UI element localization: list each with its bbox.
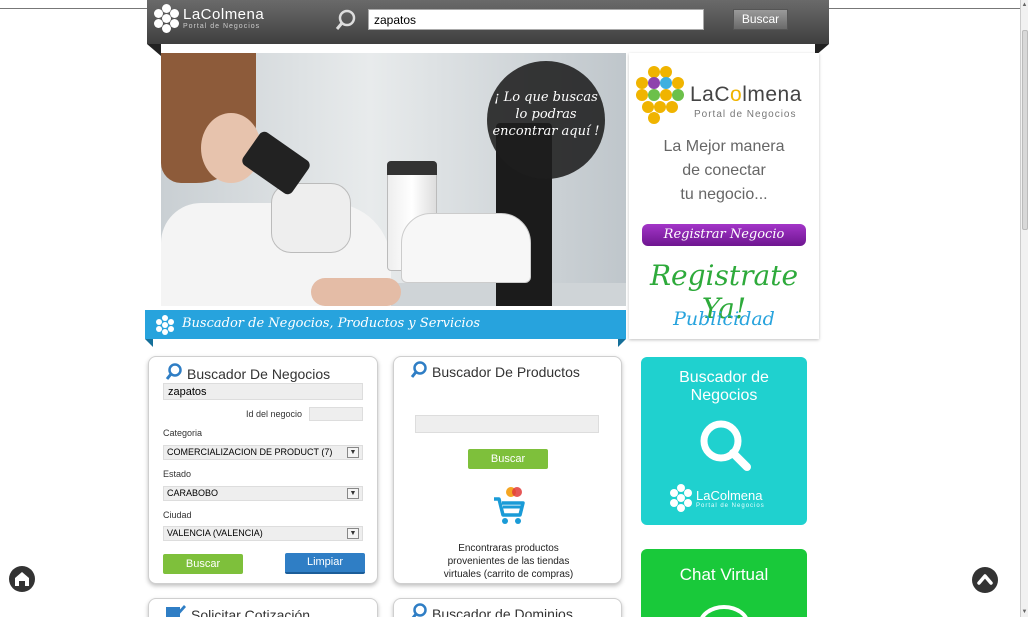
- page-scrollbar[interactable]: ▲ ▼: [1020, 0, 1028, 617]
- honeycomb-icon: [155, 315, 175, 340]
- honeycomb-icon: [670, 484, 692, 512]
- header-search-button[interactable]: Buscar: [733, 9, 788, 30]
- search-icon: [410, 603, 428, 617]
- hero-slogan-bubble: ¡ Lo que buscas lo podras encontrar aquí…: [487, 61, 605, 179]
- header-logo[interactable]: LaColmena Portal de Negocios: [153, 4, 265, 33]
- scroll-up-arrow[interactable]: ▲: [1021, 0, 1028, 10]
- hero-image: ¡ Lo que buscas lo podras encontrar aquí…: [161, 53, 626, 306]
- edit-icon: [165, 603, 187, 617]
- business-keyword-input[interactable]: [163, 383, 363, 400]
- magnifier-icon: [697, 417, 753, 478]
- chevron-down-icon: ▼: [347, 528, 359, 539]
- promo-logo-subtitle: Portal de Negocios: [694, 109, 797, 120]
- honeycomb-icon: [153, 4, 181, 33]
- search-icon: [165, 363, 183, 384]
- chevron-up-icon: [977, 574, 993, 585]
- state-label: Estado: [163, 469, 192, 479]
- tile-logo: LaColmena Portal de Negocios: [669, 484, 765, 512]
- scrollbar-thumb[interactable]: [1022, 30, 1028, 230]
- home-button[interactable]: [9, 566, 35, 592]
- business-id-label: Id del negocio: [246, 409, 303, 419]
- product-search-title: Buscador De Productos: [432, 363, 580, 380]
- product-search-card: Buscador De Productos Buscar Encontraras…: [393, 356, 622, 584]
- quote-request-title: Solicitar Cotización: [191, 606, 311, 617]
- chevron-down-icon: ▼: [347, 447, 359, 458]
- domain-search-card[interactable]: Buscador de Dominios: [393, 598, 622, 617]
- search-section-banner: Buscador de Negocios, Productos y Servic…: [145, 310, 626, 347]
- register-business-button[interactable]: Registrar Negocio: [642, 224, 806, 246]
- city-select[interactable]: VALENCIA (VALENCIA) ▼: [163, 526, 363, 541]
- chat-virtual-tile[interactable]: Chat Virtual: [641, 549, 807, 617]
- business-search-title: Buscador De Negocios: [187, 365, 331, 382]
- promo-panel: LaColmena Portal de Negocios La Mejor ma…: [629, 53, 819, 339]
- business-search-card: Buscador De Negocios Id del negocio Cate…: [148, 356, 378, 584]
- header-fold-left: [147, 44, 161, 56]
- category-label: Categoria: [163, 428, 203, 438]
- header-logo-name: LaColmena: [183, 6, 265, 23]
- header-search-input[interactable]: [368, 9, 704, 30]
- promo-logo-name: LaColmena: [690, 83, 802, 106]
- banner-title: Buscador de Negocios, Productos y Servic…: [182, 316, 481, 331]
- city-label: Ciudad: [163, 510, 192, 520]
- scroll-down-arrow[interactable]: ▼: [1021, 607, 1028, 617]
- scroll-to-top-button[interactable]: [972, 567, 998, 593]
- business-id-input[interactable]: [309, 407, 363, 421]
- home-icon: [15, 572, 29, 586]
- chat-bubble-icon: [698, 605, 750, 617]
- promo-tagline: La Mejor manera de conectar tu negocio..…: [663, 138, 785, 203]
- honeycomb-icon: [636, 66, 684, 124]
- category-select[interactable]: COMERCIALIZACION DE PRODUCT (7) ▼: [163, 445, 363, 460]
- top-header-bar: LaColmena Portal de Negocios Buscar: [147, 0, 829, 56]
- search-icon: [410, 361, 428, 382]
- advertising-link[interactable]: Publicidad: [629, 308, 819, 330]
- state-select[interactable]: CARABOBO ▼: [163, 486, 363, 501]
- product-search-button[interactable]: Buscar: [468, 449, 548, 469]
- search-icon: [335, 9, 357, 36]
- chevron-down-icon: ▼: [347, 488, 359, 499]
- business-search-tile[interactable]: Buscador de Negocios LaColmena Portal de…: [641, 357, 807, 525]
- domain-search-title: Buscador de Dominios: [432, 605, 573, 617]
- chat-virtual-title: Chat Virtual: [679, 565, 769, 584]
- product-search-description: Encontraras productos provenientes de la…: [443, 543, 574, 580]
- business-search-button[interactable]: Buscar: [163, 554, 243, 574]
- promo-logo[interactable]: LaColmena Portal de Negocios: [634, 65, 814, 130]
- clear-button[interactable]: Limpiar: [285, 553, 365, 574]
- header-logo-subtitle: Portal de Negocios: [183, 23, 261, 30]
- cart-icon: [491, 487, 527, 532]
- product-keyword-input[interactable]: [415, 415, 599, 433]
- quote-request-card[interactable]: Solicitar Cotización: [148, 598, 378, 617]
